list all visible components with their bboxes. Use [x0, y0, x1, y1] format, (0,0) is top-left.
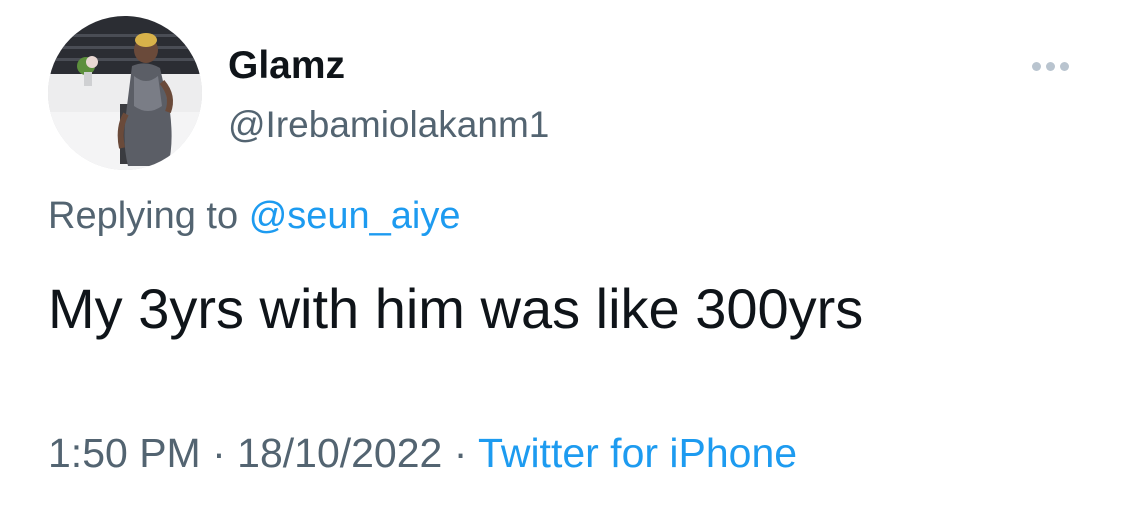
tweet-date[interactable]: 18/10/2022 [237, 430, 442, 476]
meta-separator: · [200, 430, 238, 476]
more-horizontal-icon-dot [1059, 61, 1069, 71]
tweet-time[interactable]: 1:50 PM [48, 430, 201, 476]
more-options-button[interactable] [1024, 48, 1076, 84]
tweet-text: My 3yrs with him was like 300yrs [48, 277, 864, 340]
tweet-meta: 1:50 PM · 18/10/2022 · Twitter for iPhon… [48, 425, 797, 481]
user-identity[interactable]: Glamz @Irebamiolakanm1 [228, 40, 549, 148]
display-name[interactable]: Glamz [228, 40, 549, 92]
more-horizontal-icon-dot [1045, 61, 1055, 71]
reply-context: Replying to @seun_aiye [48, 190, 461, 242]
tweet-source-link[interactable]: Twitter for iPhone [478, 430, 797, 476]
reply-prefix: Replying to [48, 195, 239, 237]
avatar-photo [48, 16, 202, 170]
user-handle[interactable]: @Irebamiolakanm1 [228, 102, 549, 148]
tweet-card: Glamz @Irebamiolakanm1 Replying to @seun… [0, 0, 1125, 505]
avatar[interactable] [48, 16, 202, 170]
meta-separator: · [442, 430, 479, 476]
reply-mention-link[interactable]: @seun_aiye [249, 195, 461, 237]
more-horizontal-icon [1031, 61, 1041, 71]
